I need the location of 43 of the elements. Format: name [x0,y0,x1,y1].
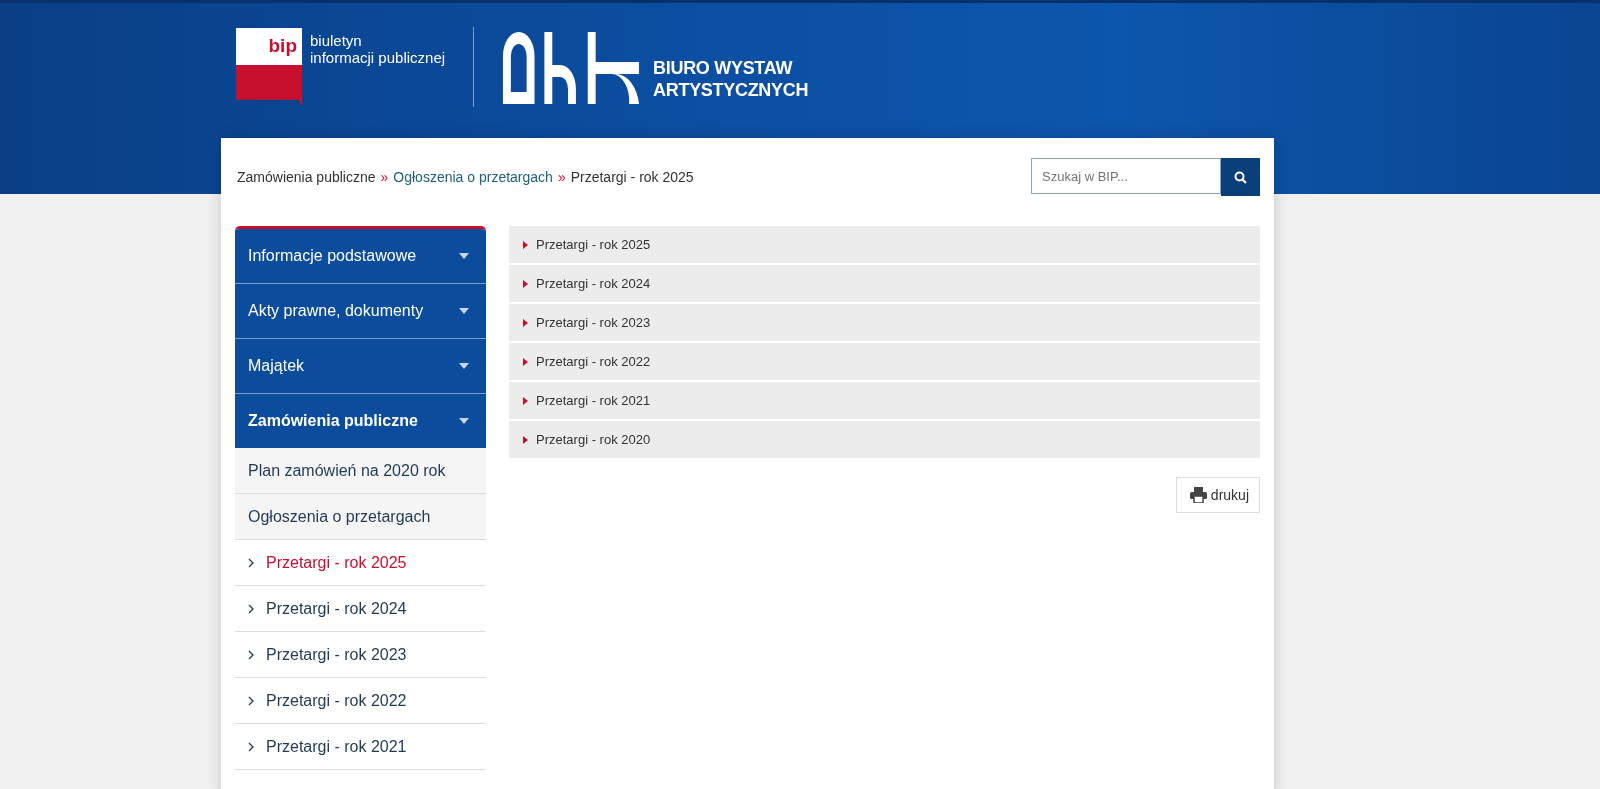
list-item[interactable]: Przetargi - rok 2025 [509,226,1260,263]
print-button[interactable]: drukuj [1175,477,1260,513]
list-item[interactable]: Przetargi - rok 2022 [509,343,1260,380]
institution-name: ARTYSTYCZNYCH [653,79,809,101]
search-field[interactable]: Szukaj w BIP... [1031,158,1221,194]
chevron-right-icon [248,695,254,706]
triangle-right-icon [523,357,528,366]
breadcrumb-item: Zamówienia publiczne [237,169,376,185]
institution-name: BIURO WYSTAW [653,57,794,79]
chevron-right-icon [248,649,254,660]
triangle-right-icon [523,318,528,327]
bip-logo-mark[interactable]: bip [236,28,302,106]
search-button[interactable] [1221,158,1260,196]
bip-logo-text: biuletyn [310,32,363,49]
caret-down-icon [459,308,469,314]
breadcrumb-separator: » [380,169,389,185]
sidebar-item[interactable]: Informacje podstawowe [235,229,486,284]
chevron-right-icon [248,557,254,568]
chevron-right-icon [248,741,254,752]
caret-down-icon [459,253,469,259]
breadcrumb-item: Przetargi - rok 2025 [570,169,694,185]
list-item[interactable]: Przetargi - rok 2021 [509,382,1260,419]
search-icon [1234,170,1247,184]
logo-mark-drawing[interactable] [501,29,642,107]
list-item[interactable]: Przetargi - rok 2024 [509,265,1260,302]
submenu-item[interactable]: Plan zamówień na 2020 rok [235,448,486,494]
sidebar-item[interactable]: Zamówienia publiczne [235,394,486,448]
caret-down-icon [459,363,469,369]
bip-logo-text: informacji publicznej [310,49,446,66]
sidebar-item[interactable]: Majątek [235,339,486,394]
chevron-right-icon [248,603,254,614]
printer-icon [1189,487,1207,503]
list-item[interactable]: Przetargi - rok 2020 [509,421,1260,458]
triangle-right-icon [523,396,528,405]
caret-down-icon [459,418,469,424]
triangle-right-icon [523,279,528,288]
triangle-right-icon [523,240,528,249]
list-item[interactable]: Przetargi - rok 2023 [509,304,1260,341]
submenu-item[interactable]: Ogłoszenia o przetargach [235,494,486,540]
breadcrumb-link[interactable]: Ogłoszenia o przetargach [393,169,553,185]
triangle-right-icon [523,435,528,444]
breadcrumb-separator: » [557,169,566,185]
sidebar-item[interactable]: Akty prawne, dokumenty [235,284,486,339]
